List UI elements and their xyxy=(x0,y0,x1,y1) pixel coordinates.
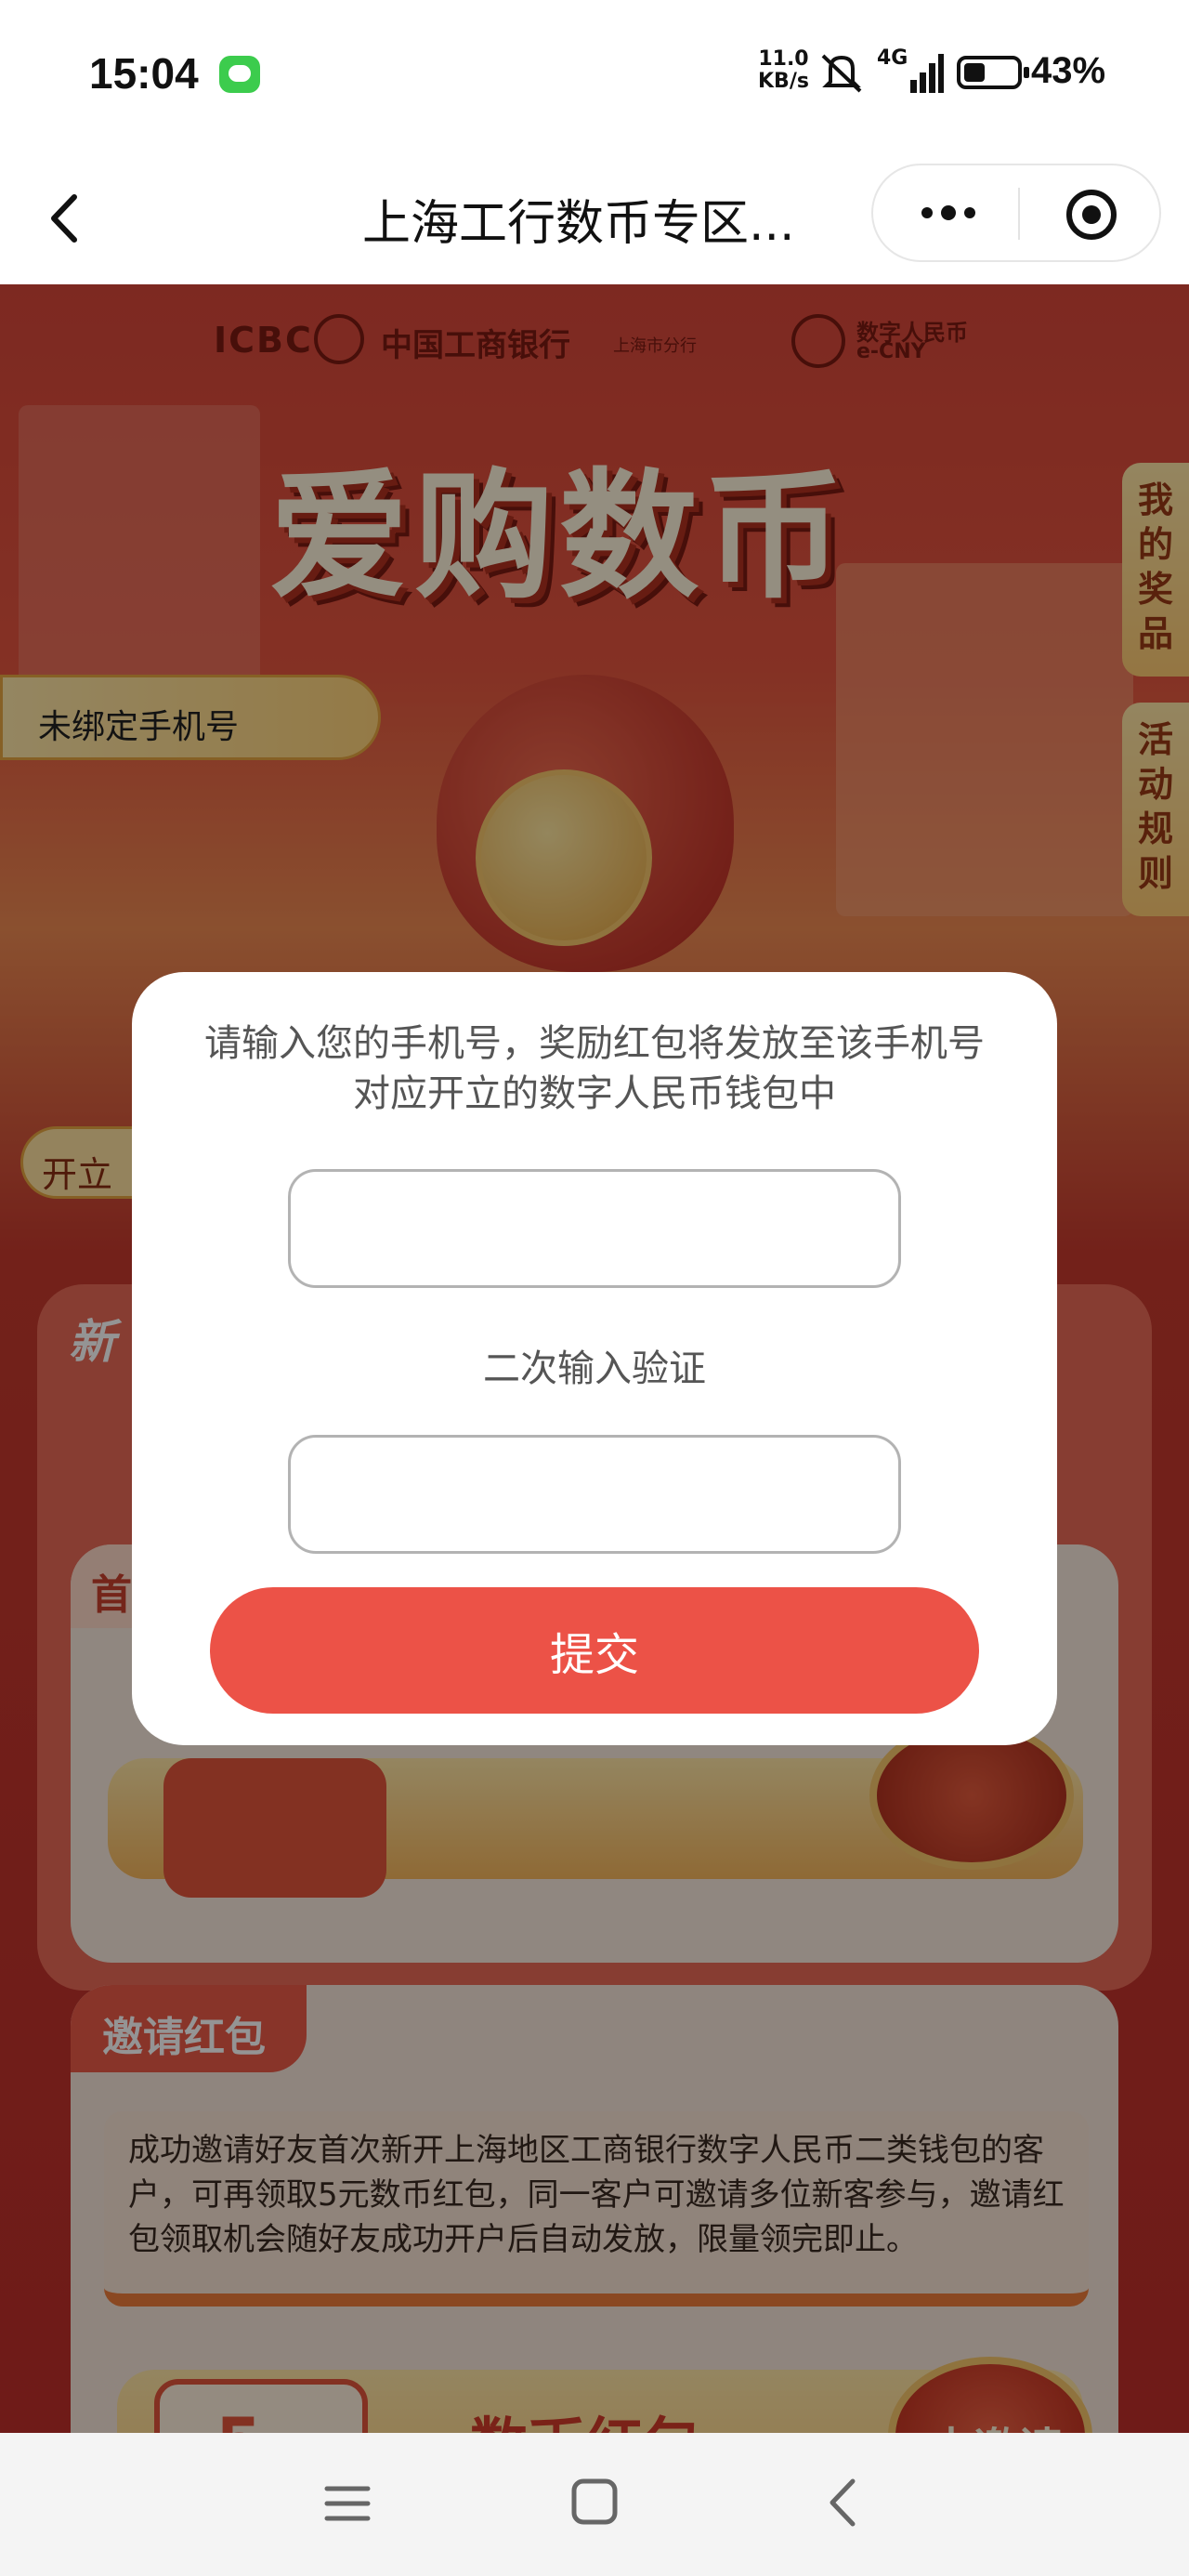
status-time: 15:04 xyxy=(89,49,199,98)
system-back-icon[interactable] xyxy=(817,2470,869,2535)
dialog-instruction: 请输入您的手机号，奖励红包将发放至该手机号对应开立的数字人民币钱包中 xyxy=(204,1022,985,1115)
battery-icon xyxy=(957,56,1029,89)
mute-icon xyxy=(821,54,862,93)
target-icon[interactable] xyxy=(1065,188,1118,242)
back-icon[interactable] xyxy=(37,186,93,251)
home-icon[interactable] xyxy=(568,2476,621,2528)
submit-button[interactable]: 提交 xyxy=(210,1587,979,1714)
net-speed-unit: KB/s xyxy=(758,70,809,93)
nav-bar: 上海工行数币专区... xyxy=(0,149,1189,284)
message-icon xyxy=(219,56,260,93)
net-speed-value: 11.0 xyxy=(758,47,809,71)
network-speed: 11.0 KB/s xyxy=(758,48,809,93)
phone-input[interactable] xyxy=(288,1169,901,1288)
menu-icon[interactable] xyxy=(321,2476,373,2531)
page-title: 上海工行数币专区... xyxy=(362,196,795,252)
capsule-divider xyxy=(1018,188,1020,240)
verify-label: 二次输入验证 xyxy=(483,1347,706,1390)
system-navigation-bar xyxy=(0,2433,1189,2576)
battery-percent: 43% xyxy=(1031,50,1106,91)
phone-verify-input[interactable] xyxy=(288,1435,901,1554)
signal-icon xyxy=(910,54,944,93)
more-icon[interactable] xyxy=(916,199,981,227)
mini-program-capsule xyxy=(871,164,1161,262)
status-bar: 15:04 11.0 KB/s 4G 43% xyxy=(0,0,1189,149)
phone-input-dialog: 请输入您的手机号，奖励红包将发放至该手机号对应开立的数字人民币钱包中 二次输入验… xyxy=(132,972,1057,1745)
